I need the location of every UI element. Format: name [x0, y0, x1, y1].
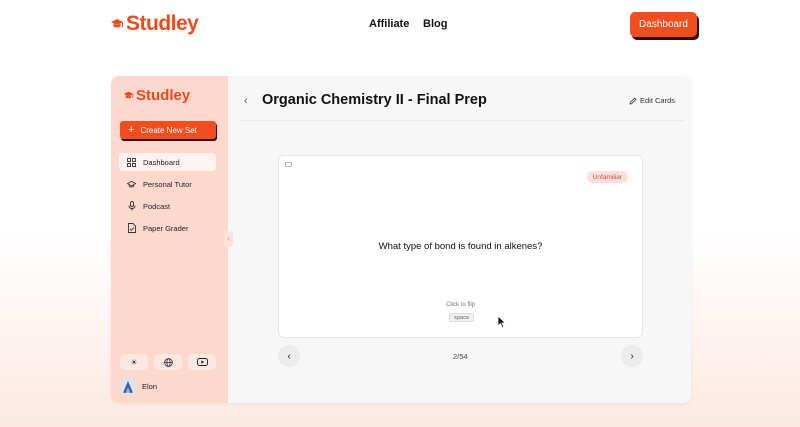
- sidebar-item-personal-tutor[interactable]: Personal Tutor: [119, 175, 216, 193]
- document-check-icon: [127, 223, 136, 233]
- card-menu-icon[interactable]: [285, 162, 292, 167]
- flashcard[interactable]: Unfamiliar What type of bond is found in…: [278, 155, 643, 338]
- app-window: Studley + Create New Set Dashboard Perso…: [111, 76, 691, 403]
- edit-cards-button[interactable]: Edit Cards: [629, 96, 675, 105]
- back-button[interactable]: ‹: [244, 95, 248, 107]
- chevron-left-icon: ‹: [227, 235, 230, 243]
- flip-hint: Click to flip: [445, 302, 475, 308]
- nav-link-affiliate[interactable]: Affiliate: [369, 18, 409, 30]
- sidebar-item-label: Podcast: [143, 201, 171, 211]
- create-new-set-label: Create New Set: [140, 125, 197, 135]
- user-name: Elon: [142, 382, 158, 391]
- status-badge: Unfamiliar: [586, 171, 628, 183]
- sidebar-brand-logo[interactable]: Studley: [123, 87, 190, 104]
- previous-card-button[interactable]: ‹: [278, 345, 300, 367]
- grid-icon: [127, 157, 136, 167]
- pencil-icon: [629, 97, 637, 105]
- graduation-cap-logo-icon: [111, 19, 123, 28]
- theme-toggle-button[interactable]: ☀: [120, 354, 148, 370]
- brand-name: Studley: [126, 12, 199, 35]
- sidebar: Studley + Create New Set Dashboard Perso…: [111, 76, 228, 403]
- chevron-left-icon: ‹: [287, 350, 291, 362]
- microphone-icon: [127, 201, 136, 211]
- youtube-icon: [196, 358, 208, 366]
- header-divider: [239, 120, 685, 121]
- sidebar-collapse-handle[interactable]: ‹: [224, 231, 233, 247]
- flashcard-question: What type of bond is found in alkenes?: [378, 241, 543, 252]
- dashboard-button[interactable]: Dashboard: [630, 12, 697, 37]
- brand-logo[interactable]: Studley: [110, 12, 199, 36]
- youtube-button[interactable]: [188, 354, 216, 370]
- sun-icon: ☀: [130, 357, 138, 367]
- nav-link-blog[interactable]: Blog: [423, 18, 447, 30]
- edit-cards-label: Edit Cards: [640, 96, 676, 105]
- globe-icon: [163, 357, 173, 367]
- next-card-button[interactable]: ›: [621, 345, 643, 367]
- graduation-cap-icon: [127, 180, 136, 189]
- language-button[interactable]: [154, 354, 182, 370]
- graduation-cap-logo-icon: [123, 91, 134, 99]
- sidebar-item-label: Paper Grader: [143, 223, 189, 233]
- sidebar-brand-name: Studley: [136, 87, 191, 104]
- page-title: Organic Chemistry II - Final Prep: [262, 92, 487, 108]
- chevron-right-icon: ›: [630, 350, 634, 362]
- sidebar-item-label: Dashboard: [143, 157, 180, 167]
- sidebar-item-paper-grader[interactable]: Paper Grader: [119, 219, 216, 237]
- mouse-cursor-icon: [497, 315, 507, 329]
- avatar[interactable]: [120, 378, 136, 394]
- sidebar-item-label: Personal Tutor: [143, 179, 192, 189]
- sidebar-item-dashboard[interactable]: Dashboard: [119, 153, 216, 171]
- plus-icon: +: [128, 123, 135, 136]
- create-new-set-button[interactable]: + Create New Set: [120, 121, 216, 139]
- top-navbar: Studley Affiliate Blog Dashboard: [0, 0, 800, 50]
- keyboard-shortcut-hint: space: [449, 313, 475, 322]
- chevron-left-icon: ‹: [244, 95, 248, 107]
- sidebar-item-podcast[interactable]: Podcast: [119, 197, 216, 215]
- card-counter: 2/54: [453, 352, 468, 361]
